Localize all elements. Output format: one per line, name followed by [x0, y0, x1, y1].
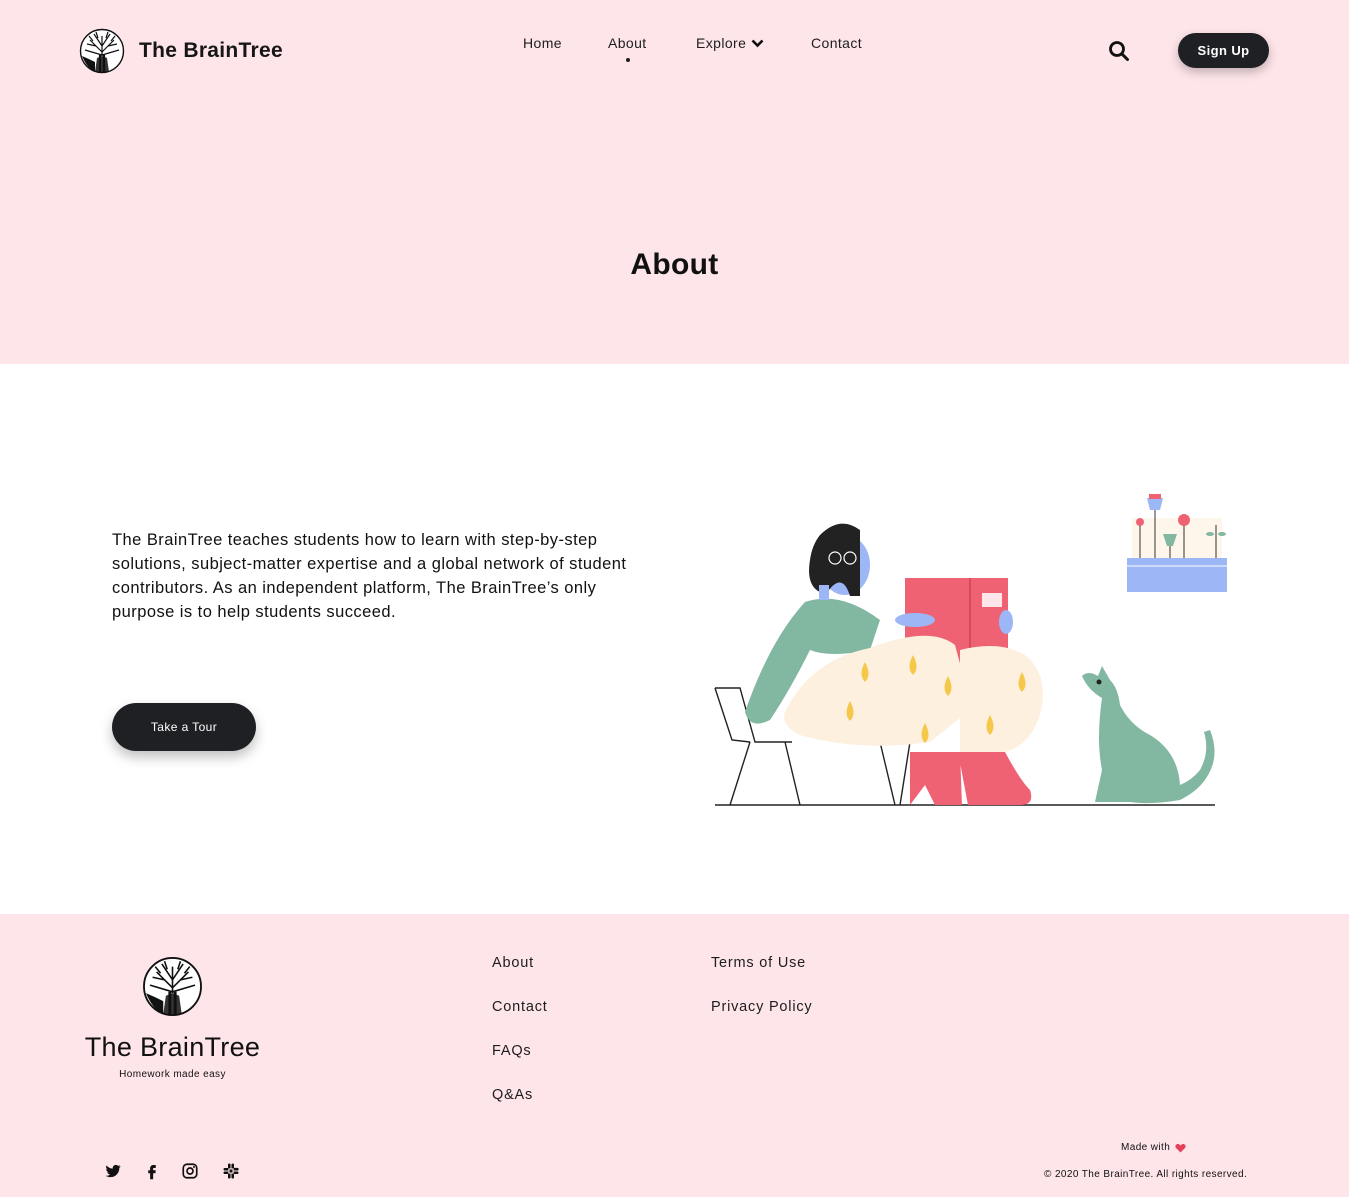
nav-active-indicator: [626, 58, 630, 62]
footer-link-faqs[interactable]: FAQs: [492, 1043, 531, 1059]
copyright: © 2020 The BrainTree. All rights reserve…: [1044, 1169, 1248, 1180]
about-description: The BrainTree teaches students how to le…: [112, 531, 627, 621]
footer-tagline: Homework made easy: [119, 1069, 226, 1080]
nav-about[interactable]: About: [608, 35, 647, 51]
slack-icon[interactable]: [222, 1162, 240, 1180]
twitter-icon[interactable]: [104, 1162, 122, 1180]
instagram-icon[interactable]: [181, 1162, 199, 1180]
footer-link-terms[interactable]: Terms of Use: [711, 955, 806, 971]
nav-explore[interactable]: Explore: [696, 35, 764, 51]
footer-link-about[interactable]: About: [492, 955, 534, 971]
made-with-label: Made with: [1121, 1142, 1171, 1153]
made-with-love: Made with: [1121, 1142, 1186, 1153]
chevron-down-icon: [751, 39, 764, 47]
footer-tree-logo-icon[interactable]: [142, 956, 203, 1017]
footer-link-privacy[interactable]: Privacy Policy: [711, 999, 812, 1015]
reading-woman-cat-illustration: [714, 494, 1227, 806]
sign-up-button[interactable]: Sign Up: [1178, 33, 1269, 68]
footer-link-contact[interactable]: Contact: [492, 999, 548, 1015]
page-title: About: [630, 248, 719, 281]
nav-explore-label: Explore: [696, 35, 747, 51]
nav-home[interactable]: Home: [523, 35, 562, 51]
nav-contact[interactable]: Contact: [811, 35, 862, 51]
hero-section: The BrainTree Home About Explore Contact…: [0, 0, 1349, 364]
search-icon[interactable]: [1108, 40, 1130, 62]
page: The BrainTree Home About Explore Contact…: [0, 0, 1349, 1197]
footer-brand-name: The BrainTree: [84, 1032, 261, 1062]
take-a-tour-button[interactable]: Take a Tour: [112, 703, 256, 751]
heart-icon: [1175, 1143, 1186, 1153]
footer-link-qas[interactable]: Q&As: [492, 1087, 533, 1103]
main-nav: Home About Explore Contact: [0, 35, 1349, 65]
facebook-icon[interactable]: [143, 1162, 161, 1180]
